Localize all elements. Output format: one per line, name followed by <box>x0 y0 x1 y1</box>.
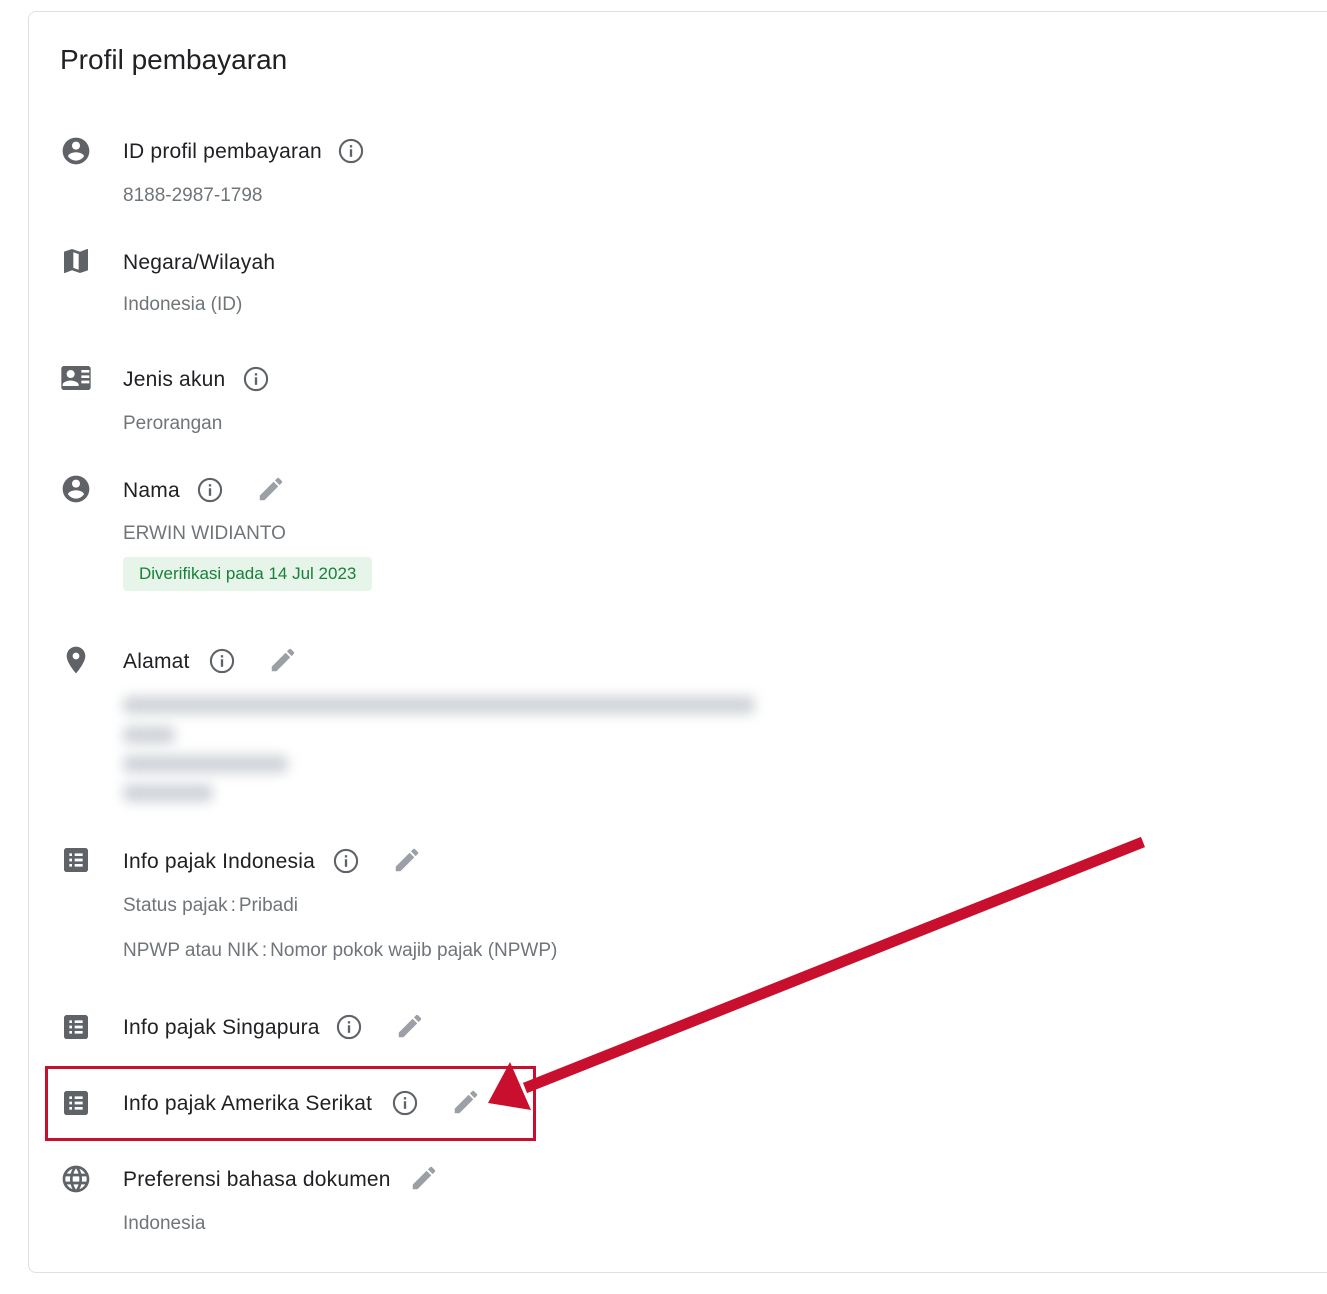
annotation-arrow <box>488 836 1146 1110</box>
